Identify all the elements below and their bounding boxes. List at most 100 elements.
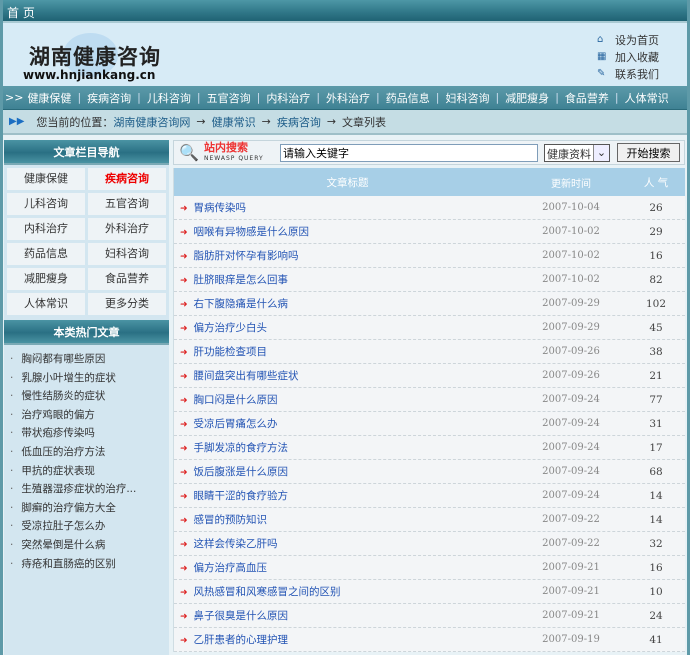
contact-link[interactable]: ✎ 联系我们: [597, 65, 659, 82]
article-link[interactable]: 脂肪肝对怀孕有影响吗: [194, 250, 299, 262]
bullet-arrow-icon: ➜: [180, 588, 188, 598]
nav-separator: |: [316, 91, 321, 104]
table-row: ➜ 肚脐眼痒是怎么回事 2007-10-02 82: [174, 268, 685, 292]
category-item[interactable]: 内科治疗: [7, 218, 85, 240]
views-cell: 14: [649, 513, 663, 526]
nav-item[interactable]: 儿科咨询: [147, 90, 191, 106]
category-item[interactable]: 健康保健: [7, 168, 85, 190]
article-link[interactable]: 眼睛干涩的食疗验方: [194, 490, 289, 502]
nav-item[interactable]: 人体常识: [625, 90, 669, 106]
quick-links: ⌂ 设为首页 ▦ 加入收藏 ✎ 联系我们: [597, 31, 659, 82]
category-item[interactable]: 减肥瘦身: [7, 268, 85, 290]
category-item[interactable]: 儿科咨询: [7, 193, 85, 215]
nav-item[interactable]: 药品信息: [386, 90, 430, 106]
category-item[interactable]: 五官咨询: [88, 193, 166, 215]
nav-item[interactable]: 妇科咨询: [445, 90, 489, 106]
article-link[interactable]: 鼻子很臭是什么原因: [194, 610, 289, 622]
article-link[interactable]: 肚脐眼痒是怎么回事: [194, 274, 289, 286]
hot-article-link[interactable]: 治疗鸡眼的偏方: [10, 407, 169, 426]
article-link[interactable]: 偏方治疗高血压: [194, 562, 268, 574]
nav-item[interactable]: 五官咨询: [207, 90, 251, 106]
site-logo[interactable]: 湖南健康咨询 www.hnjiankang.cn: [23, 33, 173, 82]
category-select[interactable]: 健康资料 ⌄: [544, 143, 610, 162]
hot-article-link[interactable]: 受凉拉肚子怎么办: [10, 518, 169, 537]
bullet-arrow-icon: ➜: [180, 276, 188, 286]
article-link[interactable]: 咽喉有异物感是什么原因: [194, 226, 310, 238]
sidebar: 文章栏目导航 健康保健 疾病咨询 儿科咨询 五官咨询 内科治疗 外科治疗 药品信息 妇科咨询减…: [4, 140, 169, 655]
breadcrumb-link[interactable]: 健康常识: [212, 114, 256, 130]
title-cell: ➜ 右下腹隐痛是什么病: [174, 296, 515, 311]
article-link[interactable]: 感冒的预防知识: [194, 514, 268, 526]
category-item[interactable]: 疾病咨询: [88, 168, 166, 190]
category-item[interactable]: 妇科咨询: [88, 243, 166, 265]
search-input[interactable]: [280, 143, 538, 162]
hot-article-link[interactable]: 突然晕倒是什么病: [10, 537, 169, 556]
set-homepage-link[interactable]: ⌂ 设为首页: [597, 31, 659, 48]
category-item[interactable]: 人体常识: [7, 293, 85, 315]
article-link[interactable]: 风热感冒和风寒感冒之间的区别: [194, 586, 341, 598]
bullet-arrow-icon: ➜: [180, 228, 188, 238]
hot-article-link[interactable]: 胸闷都有哪些原因: [10, 351, 169, 370]
article-link[interactable]: 腰间盘突出有哪些症状: [194, 370, 299, 382]
category-item[interactable]: 食品营养: [88, 268, 166, 290]
article-link[interactable]: 受凉后胃痛怎么办: [194, 418, 278, 430]
date-cell: 2007-09-21: [542, 562, 600, 573]
nav-item[interactable]: 减肥瘦身: [505, 90, 549, 106]
bullet-arrow-icon: ➜: [180, 252, 188, 262]
article-link[interactable]: 肝功能检查项目: [194, 346, 268, 358]
link-label: 设为首页: [615, 33, 659, 47]
bullet-arrow-icon: ➜: [180, 324, 188, 334]
title-cell: ➜ 肝功能检查项目: [174, 344, 515, 359]
title-cell: ➜ 眼睛干涩的食疗验方: [174, 488, 515, 503]
home-title[interactable]: 首 页: [7, 6, 35, 20]
category-item[interactable]: 外科治疗: [88, 218, 166, 240]
date-cell: 2007-09-22: [542, 514, 600, 525]
nav-item[interactable]: 内科治疗: [266, 90, 310, 106]
bullet-arrow-icon: ➜: [180, 636, 188, 646]
nav-item[interactable]: 食品营养: [565, 90, 609, 106]
article-link[interactable]: 右下腹隐痛是什么病: [194, 298, 289, 310]
bullet-arrow-icon: ➜: [180, 300, 188, 310]
arrow-right-icon: →: [261, 115, 271, 128]
views-cell: 102: [645, 297, 667, 310]
hot-article-link[interactable]: 脚癣的治疗偏方大全: [10, 500, 169, 519]
bullet-arrow-icon: ➜: [180, 612, 188, 622]
hot-article-link[interactable]: 乳腺小叶增生的症状: [10, 370, 169, 389]
nav-separator: |: [614, 91, 619, 104]
table-row: ➜ 受凉后胃痛怎么办 2007-09-24 31: [174, 412, 685, 436]
article-link[interactable]: 这样会传染乙肝吗: [194, 538, 278, 550]
date-cell: 2007-09-21: [542, 610, 600, 621]
nav-item[interactable]: 外科治疗: [326, 90, 370, 106]
date-cell: 2007-09-24: [542, 442, 600, 453]
title-cell: ➜ 肚脐眼痒是怎么回事: [174, 272, 515, 287]
date-cell: 2007-09-29: [542, 322, 600, 333]
hot-article-link[interactable]: 甲抗的症状表现: [10, 463, 169, 482]
article-link[interactable]: 偏方治疗少白头: [194, 322, 268, 334]
hot-article-link[interactable]: 慢性结肠炎的症状: [10, 388, 169, 407]
views-cell: 82: [649, 273, 663, 286]
category-item[interactable]: 更多分类: [88, 293, 166, 315]
views-cell: 24: [649, 609, 663, 622]
article-link[interactable]: 手脚发凉的食疗方法: [194, 442, 289, 454]
search-button[interactable]: 开始搜索: [617, 143, 680, 162]
hot-article-link[interactable]: 低血压的治疗方法: [10, 444, 169, 463]
breadcrumb-link[interactable]: 疾病咨询: [277, 114, 321, 130]
add-favorite-link[interactable]: ▦ 加入收藏: [597, 48, 659, 65]
hot-article-link[interactable]: 痔疮和直肠癌的区别: [10, 556, 169, 575]
title-cell: ➜ 偏方治疗高血压: [174, 560, 515, 575]
hot-article-link[interactable]: 生殖器湿疹症状的治疗...: [10, 481, 169, 500]
article-table: 文章标题 更新时间 人 气 ➜ 胃病传染吗 2007-10-04 26 ➜ 咽喉有异物感是…: [173, 168, 685, 652]
category-item[interactable]: 药品信息: [7, 243, 85, 265]
nav-item[interactable]: 健康保健: [27, 90, 71, 106]
hot-article-link[interactable]: 带状疱疹传染吗: [10, 425, 169, 444]
article-link[interactable]: 饭后腹涨是什么原因: [194, 466, 289, 478]
article-link[interactable]: 乙肝患者的心理护理: [194, 634, 289, 646]
bullet-arrow-icon: ➜: [180, 540, 188, 550]
article-link[interactable]: 胃病传染吗: [194, 202, 247, 214]
site-search: 🔍 站内搜索NEWASP QUERY 健康资料⌄ 开始搜索: [173, 140, 685, 165]
nav-item[interactable]: 疾病咨询: [87, 90, 131, 106]
table-header: 文章标题 更新时间 人 气: [174, 168, 685, 196]
article-link[interactable]: 胸口闷是什么原因: [194, 394, 278, 406]
breadcrumb-link[interactable]: 湖南健康咨询网: [113, 114, 190, 130]
views-cell: 45: [649, 321, 663, 334]
